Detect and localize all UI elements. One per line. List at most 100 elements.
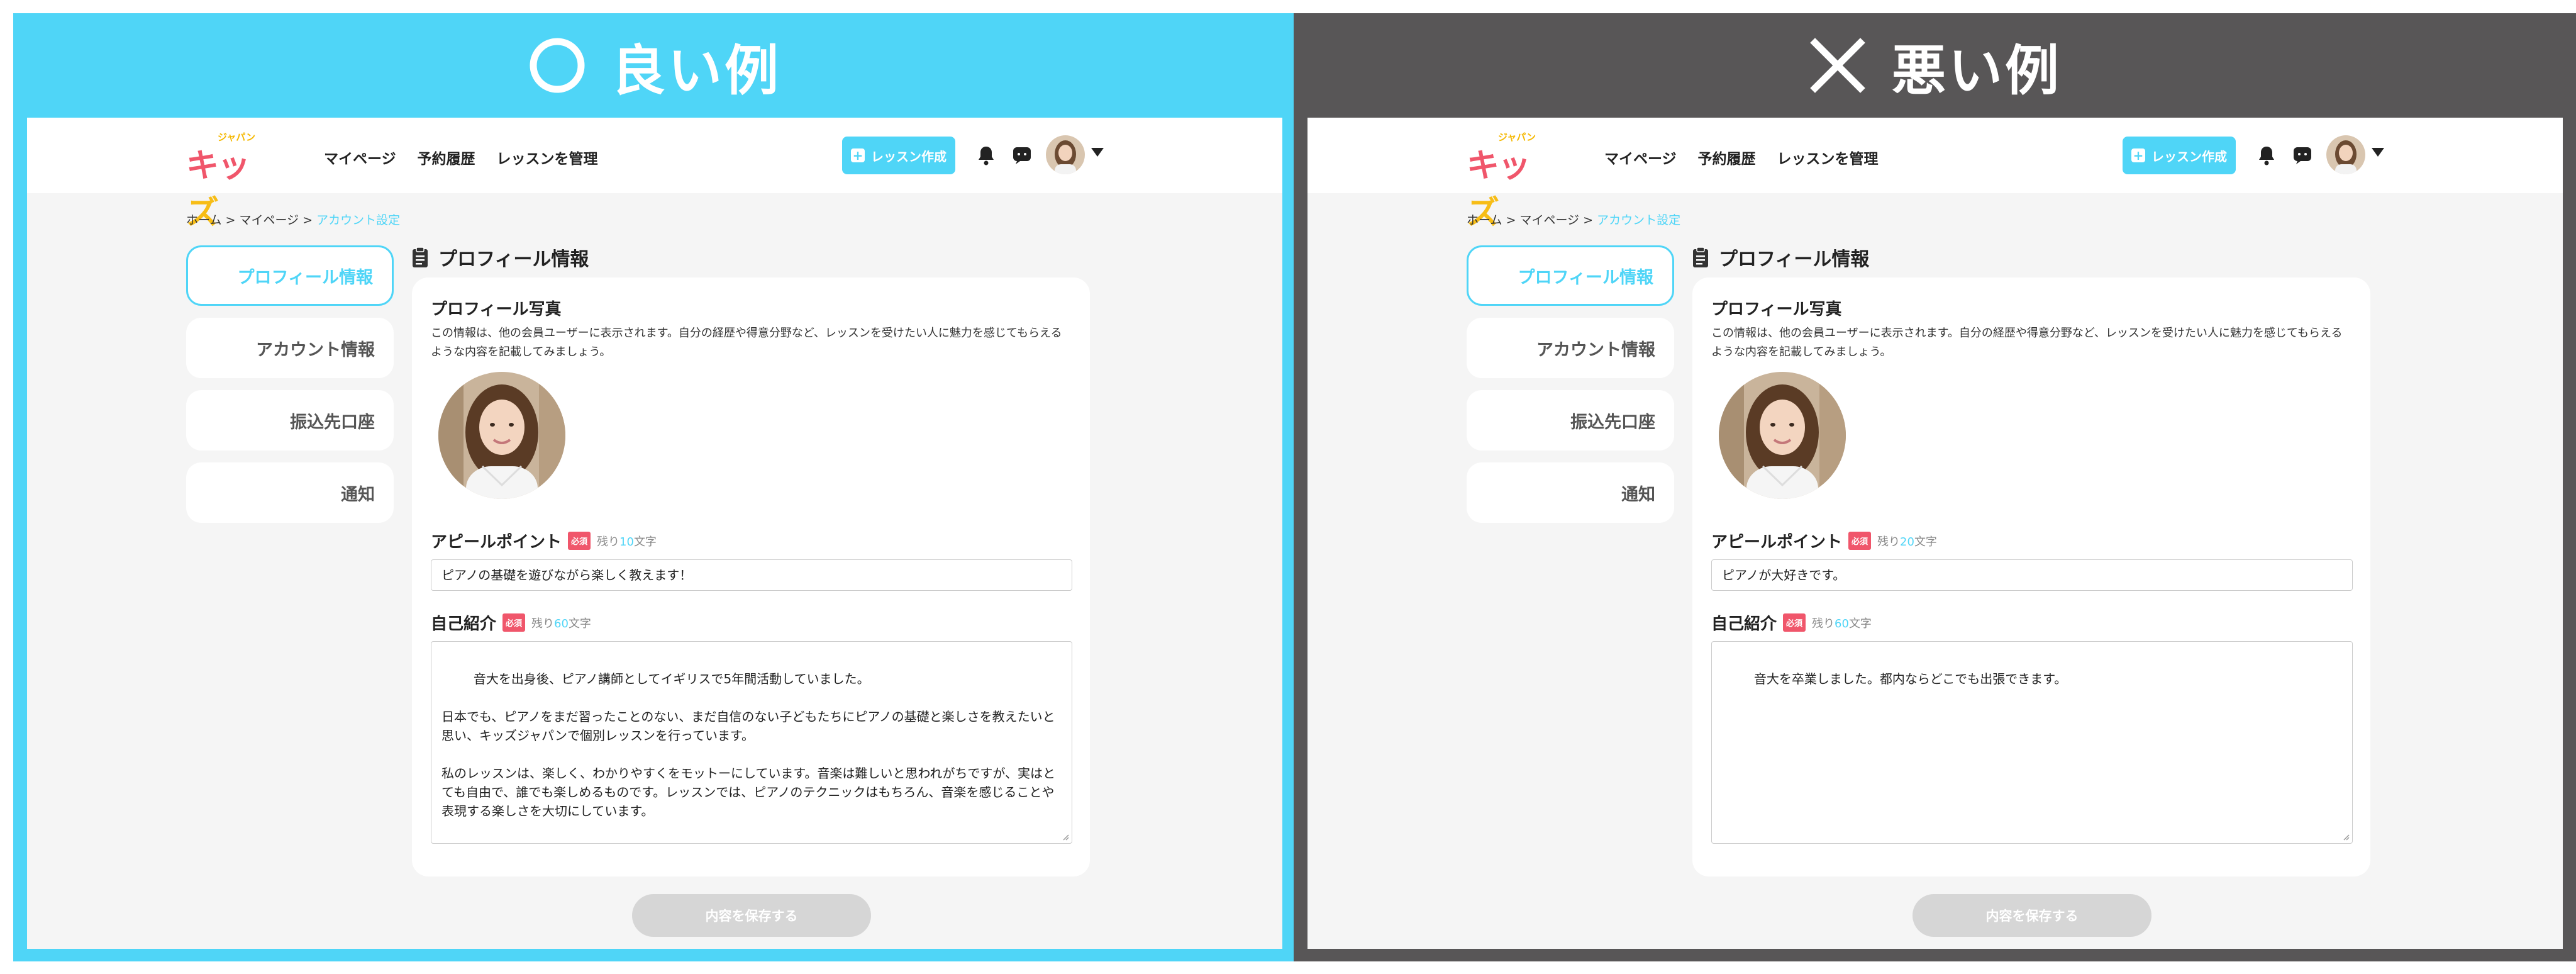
- breadcrumb-home[interactable]: ホーム: [186, 213, 221, 227]
- remaining-suffix: 文字: [633, 535, 657, 549]
- sidebar-item-account[interactable]: アカウント情報: [1467, 318, 1674, 378]
- sidebar-item-account[interactable]: アカウント情報: [186, 318, 394, 378]
- save-button[interactable]: 内容を保存する: [1913, 894, 2151, 937]
- section-title: プロフィール情報: [1692, 244, 1869, 271]
- required-badge: 必須: [1783, 613, 1806, 632]
- required-badge: 必須: [1848, 532, 1872, 550]
- breadcrumb-mypage[interactable]: マイページ: [1519, 213, 1579, 227]
- clipboard-icon: [413, 247, 428, 267]
- avatar[interactable]: [2326, 135, 2365, 174]
- bell-icon[interactable]: [2257, 145, 2276, 165]
- section-title-text: プロフィール情報: [1719, 249, 1870, 271]
- app-screen: ジャパン キッズ マイページ 予約履歴 レッスンを管理 + レッスン作成 ホーム…: [27, 118, 1282, 949]
- appeal-label: アピールポイント: [431, 533, 562, 552]
- profile-card: プロフィール写真 この情報は、他の会員ユーザーに表示されます。自分の経歴や得意分…: [412, 277, 1090, 876]
- save-button[interactable]: 内容を保存する: [632, 894, 871, 937]
- profile-card: プロフィール写真 この情報は、他の会員ユーザーに表示されます。自分の経歴や得意分…: [1692, 277, 2370, 876]
- required-badge: 必須: [568, 532, 591, 550]
- resize-grip-icon[interactable]: [2342, 833, 2350, 841]
- remaining-prefix: 残り: [1812, 617, 1835, 630]
- logo-text-a: キッ: [1467, 147, 1531, 185]
- banner-title: 悪い例: [1892, 39, 2062, 103]
- main-nav: マイページ 予約履歴 レッスンを管理: [1604, 147, 1879, 168]
- logo[interactable]: ジャパン キッズ: [186, 130, 274, 232]
- bad-example-banner: 悪い例: [1294, 13, 2576, 118]
- logo-text-a: キッ: [186, 147, 250, 185]
- nav-manage-lessons[interactable]: レッスンを管理: [1777, 147, 1879, 168]
- intro-remaining: 残り60文字: [1812, 615, 1872, 631]
- sidebar-item-profile[interactable]: プロフィール情報: [186, 245, 394, 306]
- sidebar-item-notifications[interactable]: 通知: [1467, 462, 1674, 523]
- top-navbar: ジャパン キッズ マイページ 予約履歴 レッスンを管理 + レッスン作成: [1307, 118, 2563, 232]
- chat-icon[interactable]: [2292, 146, 2312, 165]
- create-lesson-button[interactable]: + レッスン作成: [842, 137, 955, 174]
- create-lesson-label: レッスン作成: [871, 148, 947, 164]
- resize-grip-icon[interactable]: [1062, 833, 1069, 841]
- good-example-banner: 良い例: [13, 13, 1296, 118]
- nav-mypage[interactable]: マイページ: [1604, 147, 1677, 168]
- appeal-remaining: 残り10文字: [597, 533, 657, 549]
- photo-label: プロフィール写真: [431, 300, 562, 319]
- required-badge: 必須: [502, 613, 526, 632]
- create-lesson-button[interactable]: + レッスン作成: [2123, 137, 2236, 174]
- bell-icon[interactable]: [977, 145, 996, 165]
- profile-photo[interactable]: [438, 372, 565, 499]
- caret-down-icon[interactable]: [2372, 148, 2384, 157]
- breadcrumb-separator: >: [303, 213, 313, 227]
- intro-text: 音大を卒業しました。都内ならどこでも出張できます。: [1753, 671, 2067, 686]
- app-screen: ジャパン キッズ マイページ 予約履歴 レッスンを管理 + レッスン作成 ホーム…: [1307, 118, 2563, 949]
- breadcrumb-separator: >: [225, 213, 236, 227]
- sidebar-item-notifications[interactable]: 通知: [186, 462, 394, 523]
- remaining-count: 10: [619, 535, 634, 549]
- clipboard-icon: [1693, 247, 1708, 267]
- intro-text: 音大を出身後、ピアノ講師としてイギリスで5年間活動していました。 日本でも、ピア…: [441, 671, 1055, 843]
- circle-icon: [530, 38, 585, 93]
- photo-description: この情報は、他の会員ユーザーに表示されます。自分の経歴や得意分野など、レッスンを…: [431, 327, 1062, 359]
- nav-reservation-history[interactable]: 予約履歴: [418, 147, 475, 168]
- chat-icon[interactable]: [1012, 146, 1032, 165]
- remaining-prefix: 残り: [1877, 535, 1901, 549]
- breadcrumb-mypage[interactable]: マイページ: [239, 213, 299, 227]
- sidebar-item-bank-account[interactable]: 振込先口座: [186, 390, 394, 451]
- intro-label: 自己紹介: [431, 615, 497, 634]
- section-title-text: プロフィール情報: [438, 249, 589, 271]
- sidebar-item-bank-account[interactable]: 振込先口座: [1467, 390, 1674, 451]
- remaining-prefix: 残り: [597, 535, 620, 549]
- remaining-suffix: 文字: [568, 617, 591, 630]
- section-title: プロフィール情報: [412, 244, 589, 271]
- top-navbar: ジャパン キッズ マイページ 予約履歴 レッスンを管理 + レッスン作成: [27, 118, 1282, 232]
- appeal-remaining: 残り20文字: [1877, 533, 1937, 549]
- avatar[interactable]: [1046, 135, 1085, 174]
- nav-mypage[interactable]: マイページ: [324, 147, 396, 168]
- logo[interactable]: ジャパン キッズ: [1467, 130, 1555, 232]
- bad-example-panel: 悪い例 ジャパン キッズ マイページ 予約履歴 レッスンを管理 + レッスン作成: [1294, 13, 2576, 961]
- photo-label: プロフィール写真: [1711, 300, 1842, 319]
- appeal-label-row: アピールポイント 必須 残り20文字: [1711, 529, 1937, 552]
- remaining-prefix: 残り: [531, 617, 555, 630]
- caret-down-icon[interactable]: [1091, 148, 1104, 157]
- nav-reservation-history[interactable]: 予約履歴: [1698, 147, 1756, 168]
- intro-textarea[interactable]: 音大を卒業しました。都内ならどこでも出張できます。: [1711, 641, 2353, 844]
- plus-icon: +: [2131, 148, 2145, 162]
- intro-textarea[interactable]: 音大を出身後、ピアノ講師としてイギリスで5年間活動していました。 日本でも、ピア…: [431, 641, 1072, 844]
- breadcrumb-current: アカウント設定: [1597, 213, 1681, 227]
- create-lesson-label: レッスン作成: [2151, 148, 2227, 164]
- appeal-label-row: アピールポイント 必須 残り10文字: [431, 529, 657, 552]
- nav-manage-lessons[interactable]: レッスンを管理: [497, 147, 598, 168]
- remaining-count: 60: [554, 617, 569, 630]
- intro-label-row: 自己紹介 必須 残り60文字: [431, 611, 591, 634]
- photo-description: この情報は、他の会員ユーザーに表示されます。自分の経歴や得意分野など、レッスンを…: [1711, 327, 2343, 359]
- cross-icon: [1810, 38, 1865, 93]
- profile-photo[interactable]: [1719, 372, 1846, 499]
- appeal-input[interactable]: ピアノが大好きです。: [1711, 559, 2353, 591]
- breadcrumb-home[interactable]: ホーム: [1467, 213, 1502, 227]
- appeal-input[interactable]: ピアノの基礎を遊びながら楽しく教えます！: [431, 559, 1072, 591]
- breadcrumb-separator: >: [1506, 213, 1516, 227]
- intro-label-row: 自己紹介 必須 残り60文字: [1711, 611, 1872, 634]
- banner-title: 良い例: [611, 39, 781, 103]
- plus-icon: +: [851, 148, 865, 162]
- breadcrumb-current: アカウント設定: [316, 213, 401, 227]
- sidebar-item-profile[interactable]: プロフィール情報: [1467, 245, 1674, 306]
- remaining-count: 60: [1835, 617, 1849, 630]
- breadcrumb-separator: >: [1583, 213, 1594, 227]
